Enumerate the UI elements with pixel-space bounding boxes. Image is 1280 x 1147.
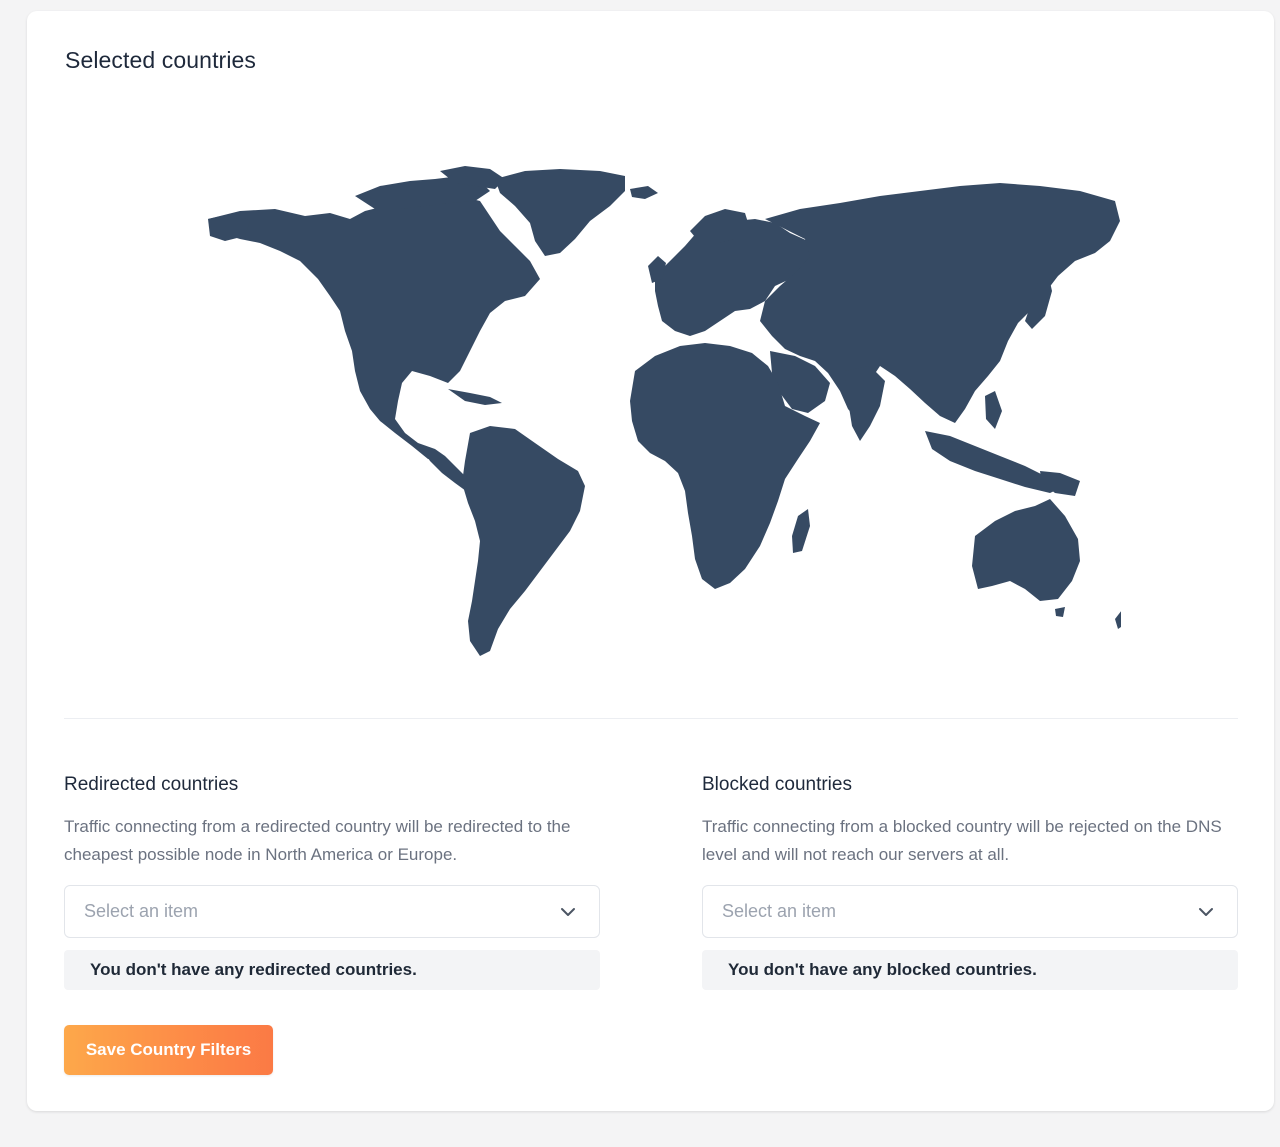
map-iceland[interactable]	[630, 186, 658, 199]
world-map[interactable]	[180, 161, 1121, 666]
redirected-countries-section: Redirected countries Traffic connecting …	[64, 771, 600, 990]
blocked-countries-select[interactable]: Select an item	[702, 885, 1238, 938]
map-madagascar[interactable]	[792, 509, 810, 553]
map-india[interactable]	[845, 366, 885, 441]
world-map-svg[interactable]	[180, 161, 1121, 666]
map-new-zealand[interactable]	[1115, 586, 1121, 629]
save-country-filters-button[interactable]: Save Country Filters	[64, 1025, 273, 1075]
map-tasmania[interactable]	[1055, 607, 1065, 617]
chevron-down-icon[interactable]	[559, 905, 577, 919]
country-filters-card: Selected countries Redirected countries …	[27, 11, 1274, 1111]
section-divider	[64, 718, 1238, 719]
redirected-countries-placeholder: Select an item	[84, 901, 199, 921]
map-caribbean[interactable]	[448, 389, 502, 405]
blocked-countries-heading: Blocked countries	[702, 774, 852, 795]
map-australia[interactable]	[972, 499, 1080, 601]
blocked-countries-section: Blocked countries Traffic connecting fro…	[702, 771, 1238, 990]
map-philippines[interactable]	[985, 391, 1002, 429]
map-greenland[interactable]	[495, 169, 625, 256]
blocked-countries-description: Traffic connecting from a blocked countr…	[702, 817, 1222, 864]
redirected-countries-heading: Redirected countries	[64, 774, 239, 795]
blocked-countries-placeholder: Select an item	[722, 901, 837, 921]
map-new-guinea[interactable]	[1040, 471, 1080, 496]
map-south-america[interactable]	[462, 426, 585, 656]
blocked-countries-empty-message: You don't have any blocked countries.	[702, 950, 1238, 990]
redirected-countries-description: Traffic connecting from a redirected cou…	[64, 817, 571, 864]
redirected-countries-select[interactable]: Select an item	[64, 885, 600, 938]
page-title: Selected countries	[65, 47, 257, 73]
world-map-land	[208, 166, 1121, 656]
chevron-down-icon[interactable]	[1197, 905, 1215, 919]
map-north-america[interactable]	[208, 196, 540, 461]
redirected-countries-empty-message: You don't have any redirected countries.	[64, 950, 600, 990]
